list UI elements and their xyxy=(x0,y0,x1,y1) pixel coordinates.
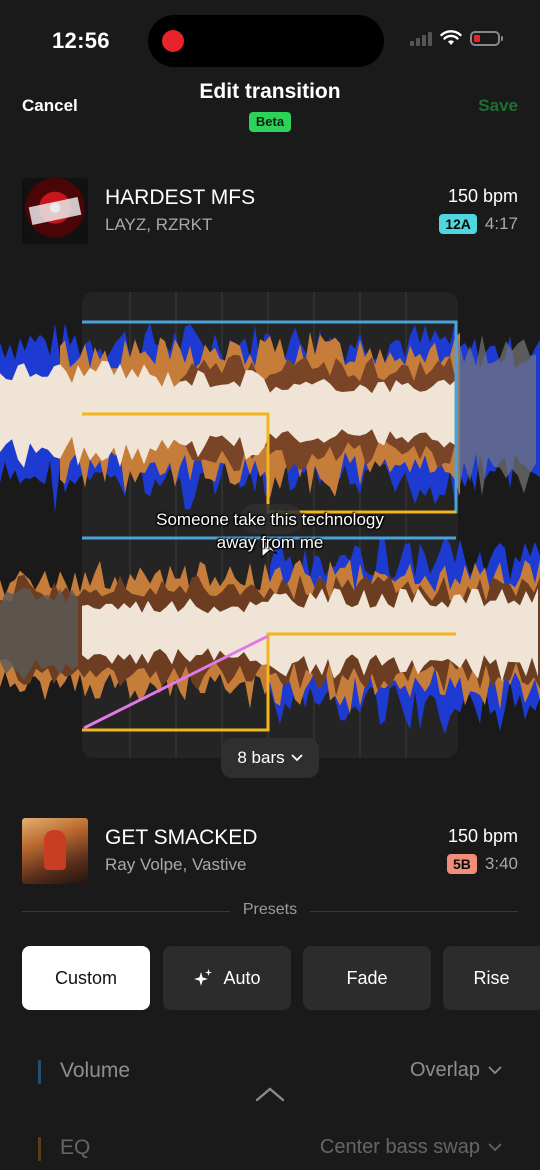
setting-value: Overlap xyxy=(409,1059,480,1081)
save-button[interactable]: Save xyxy=(478,96,518,116)
track-artist: Ray Volpe, Vastive xyxy=(105,855,247,874)
outgoing-track-waveform xyxy=(0,322,540,513)
preset-custom-button[interactable]: Custom xyxy=(22,946,150,1010)
setting-label: EQ xyxy=(60,1136,91,1159)
track-title: GET SMACKED xyxy=(105,826,258,849)
outgoing-track[interactable]: HARDEST MFS LAYZ, RZRKT 150 bpm 12A 4:17 xyxy=(22,178,518,244)
preset-rise-button[interactable]: Rise xyxy=(443,946,540,1010)
album-cover xyxy=(22,178,88,244)
track-bpm: 150 bpm xyxy=(447,186,518,206)
eq-setting-row[interactable]: EQ Center bass swap xyxy=(38,1136,502,1162)
preset-label: Rise xyxy=(473,967,510,988)
key-badge: 12A xyxy=(439,214,477,234)
preset-label: Fade xyxy=(346,967,388,988)
preset-fade-button[interactable]: Fade xyxy=(303,946,431,1010)
setting-value-dropdown[interactable]: Overlap xyxy=(410,1059,502,1082)
preset-label: Auto xyxy=(223,967,261,988)
beta-badge: Beta xyxy=(249,112,291,132)
eq-accent-bar xyxy=(38,1137,41,1161)
page-title: Edit transition xyxy=(199,80,341,103)
track-title: HARDEST MFS xyxy=(105,186,256,209)
chevron-down-icon xyxy=(488,1066,502,1075)
setting-value-dropdown[interactable]: Center bass swap xyxy=(320,1136,502,1159)
presets-heading: Presets xyxy=(242,901,298,918)
battery-icon xyxy=(470,30,503,46)
chevron-up-icon[interactable] xyxy=(255,1086,285,1102)
dynamic-island xyxy=(148,15,384,67)
chevron-down-icon xyxy=(488,1143,502,1152)
track-bpm: 150 bpm xyxy=(447,826,518,846)
track-duration: 3:40 xyxy=(484,854,518,873)
chevron-down-icon xyxy=(291,754,303,762)
recording-indicator-icon xyxy=(162,30,184,52)
setting-label: Volume xyxy=(60,1059,131,1082)
cellular-signal-icon xyxy=(410,30,432,46)
preset-auto-button[interactable]: Auto xyxy=(163,946,291,1010)
track-duration: 4:17 xyxy=(484,214,518,233)
album-cover xyxy=(22,818,88,884)
status-icons xyxy=(410,30,503,46)
volume-accent-bar xyxy=(38,1060,41,1084)
video-caption: Someone take this technology away from m… xyxy=(156,510,384,552)
key-badge: 5B xyxy=(447,854,477,874)
status-time: 12:56 xyxy=(52,28,110,53)
incoming-track[interactable]: GET SMACKED Ray Volpe, Vastive 150 bpm 5… xyxy=(22,818,518,884)
bars-length-dropdown[interactable]: 8 bars xyxy=(221,738,319,778)
bars-length-label: 8 bars xyxy=(237,748,285,767)
wifi-icon xyxy=(440,30,462,45)
preset-label: Custom xyxy=(54,967,117,988)
track-artist: LAYZ, RZRKT xyxy=(105,215,213,234)
sparkle-icon xyxy=(194,969,213,986)
volume-setting-row[interactable]: Volume Overlap xyxy=(38,1059,502,1085)
setting-value: Center bass swap xyxy=(319,1136,480,1158)
